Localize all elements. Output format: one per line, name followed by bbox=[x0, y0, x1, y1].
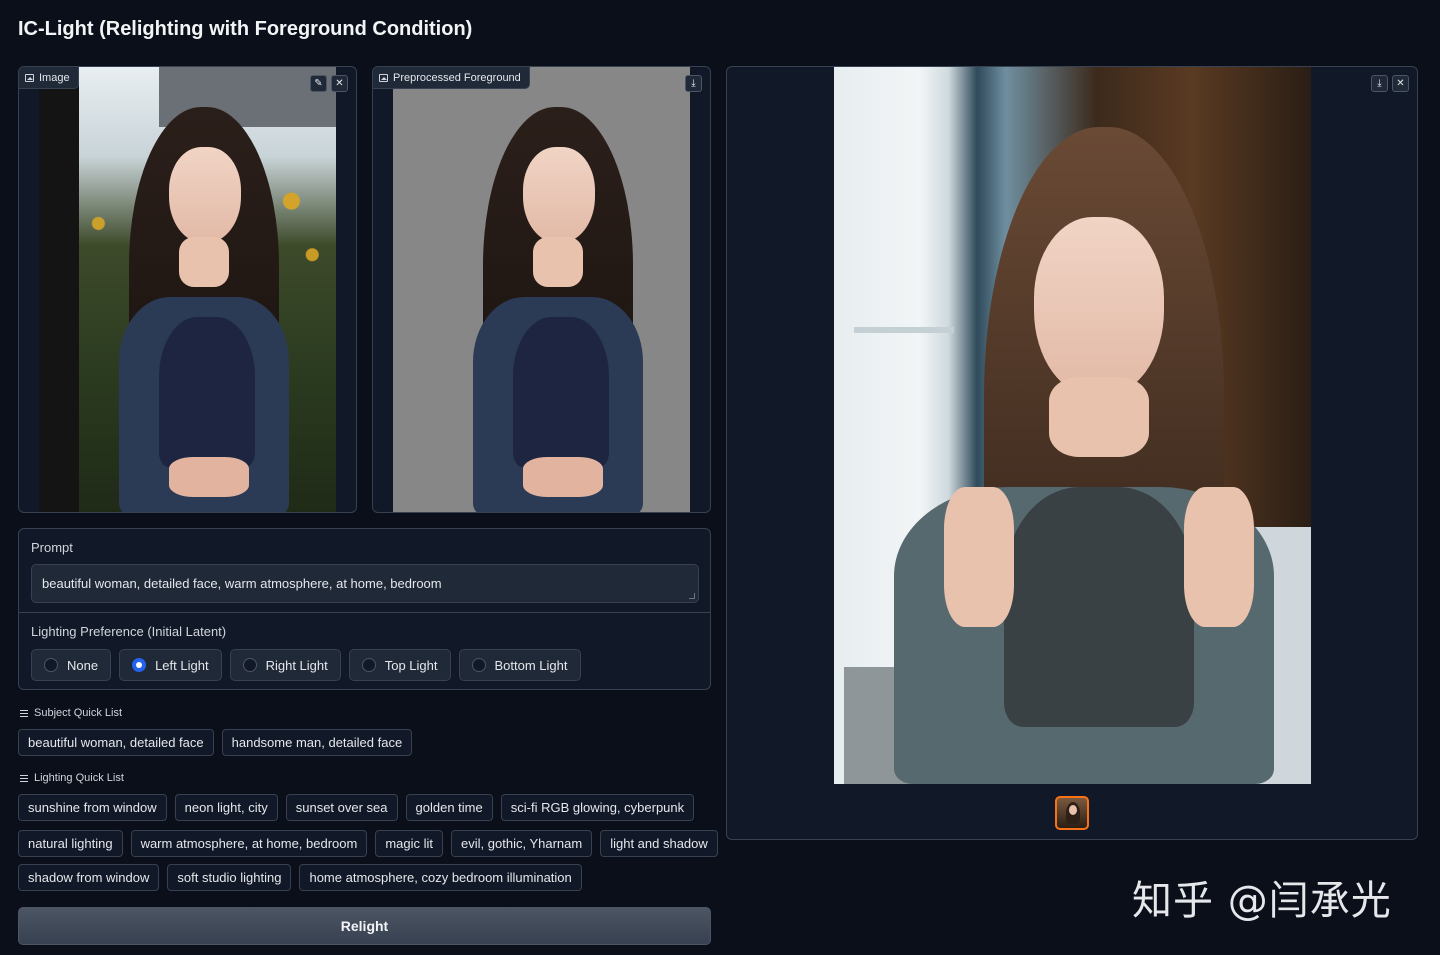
lighting-quick-list-title: Lighting Quick List bbox=[20, 772, 124, 784]
lighting-chip[interactable]: warm atmosphere, at home, bedroom bbox=[130, 830, 368, 857]
lighting-chip[interactable]: golden time bbox=[405, 794, 493, 821]
list-icon bbox=[20, 709, 28, 717]
subject-quick-list-title: Subject Quick List bbox=[20, 707, 122, 719]
output-gallery-panel: ⤓ ✕ bbox=[726, 66, 1418, 840]
radio-top-light[interactable]: Top Light bbox=[348, 649, 451, 681]
radio-checked-icon bbox=[132, 658, 147, 672]
radio-icon bbox=[242, 658, 257, 672]
download-icon[interactable]: ⤓ bbox=[1371, 75, 1388, 92]
lighting-quick-list-row-2: natural lighting warm atmosphere, at hom… bbox=[18, 830, 718, 857]
prompt-value: beautiful woman, detailed face, warm atm… bbox=[42, 576, 442, 591]
lighting-chip[interactable]: sci-fi RGB glowing, cyberpunk bbox=[500, 794, 695, 821]
radio-label: Right Light bbox=[265, 657, 328, 673]
pencil-icon[interactable]: ✎ bbox=[310, 75, 327, 92]
subject-quick-list: beautiful woman, detailed face handsome … bbox=[18, 729, 413, 756]
lighting-chip[interactable]: neon light, city bbox=[174, 794, 278, 821]
gallery-thumbnail-selected[interactable] bbox=[1055, 796, 1089, 830]
lighting-chip[interactable]: shadow from window bbox=[18, 864, 160, 891]
prompt-input[interactable]: beautiful woman, detailed face, warm atm… bbox=[31, 564, 699, 603]
radio-icon bbox=[44, 658, 58, 672]
lighting-chip[interactable]: evil, gothic, Yharnam bbox=[451, 830, 593, 857]
lighting-preference-group: None Left Light Right Light Top Light Bo… bbox=[31, 649, 581, 681]
radio-label: Left Light bbox=[155, 657, 209, 673]
image-icon bbox=[25, 73, 34, 82]
radio-label: Top Light bbox=[384, 657, 438, 673]
radio-left-light[interactable]: Left Light bbox=[119, 649, 222, 681]
subject-chip[interactable]: beautiful woman, detailed face bbox=[18, 729, 214, 756]
output-photo[interactable] bbox=[834, 67, 1311, 784]
download-icon[interactable]: ⤓ bbox=[685, 75, 702, 92]
lighting-quick-list-row-3: shadow from window soft studio lighting … bbox=[18, 864, 582, 891]
preprocessed-label: Preprocessed Foreground bbox=[373, 67, 530, 89]
radio-icon bbox=[471, 658, 486, 672]
input-image-label: Image bbox=[19, 67, 79, 89]
lighting-chip[interactable]: magic lit bbox=[375, 830, 444, 857]
lighting-preference-label: Lighting Preference (Initial Latent) bbox=[31, 624, 227, 639]
radio-label: None bbox=[67, 657, 99, 673]
relight-button[interactable]: Relight bbox=[18, 907, 711, 945]
close-icon[interactable]: ✕ bbox=[331, 75, 348, 92]
subject-quick-list-label: Subject Quick List bbox=[34, 707, 123, 719]
lighting-quick-list-row-1: sunshine from window neon light, city su… bbox=[18, 794, 695, 821]
radio-bottom-light[interactable]: Bottom Light bbox=[458, 649, 581, 681]
lighting-chip[interactable]: sunshine from window bbox=[18, 794, 167, 821]
lighting-chip[interactable]: sunset over sea bbox=[285, 794, 398, 821]
resize-handle-icon[interactable] bbox=[689, 593, 695, 599]
lighting-chip[interactable]: natural lighting bbox=[18, 830, 123, 857]
input-image-label-text: Image bbox=[39, 71, 70, 84]
lighting-chip[interactable]: soft studio lighting bbox=[167, 864, 292, 891]
list-icon bbox=[20, 774, 28, 782]
close-icon[interactable]: ✕ bbox=[1392, 75, 1409, 92]
preprocessed-foreground-panel: Preprocessed Foreground ⤓ bbox=[372, 66, 711, 513]
prompt-panel: Prompt beautiful woman, detailed face, w… bbox=[18, 528, 711, 690]
radio-none[interactable]: None bbox=[31, 649, 112, 681]
app-title: IC-Light (Relighting with Foreground Con… bbox=[18, 18, 473, 40]
preprocessed-label-text: Preprocessed Foreground bbox=[393, 71, 521, 84]
lighting-chip[interactable]: light and shadow bbox=[600, 830, 718, 857]
radio-icon bbox=[361, 658, 376, 672]
image-icon bbox=[379, 73, 388, 82]
subject-chip[interactable]: handsome man, detailed face bbox=[221, 729, 413, 756]
radio-right-light[interactable]: Right Light bbox=[229, 649, 341, 681]
watermark: 知乎 @闫承光 bbox=[1132, 878, 1392, 924]
section-divider bbox=[19, 612, 710, 613]
input-image-panel[interactable]: Image ✎ ✕ bbox=[18, 66, 357, 513]
lighting-quick-list-label: Lighting Quick List bbox=[34, 772, 124, 784]
prompt-label: Prompt bbox=[31, 540, 73, 555]
input-photo bbox=[39, 67, 336, 512]
lighting-chip[interactable]: home atmosphere, cozy bedroom illuminati… bbox=[299, 864, 582, 891]
preprocessed-photo bbox=[393, 67, 690, 512]
radio-label: Bottom Light bbox=[494, 657, 568, 673]
